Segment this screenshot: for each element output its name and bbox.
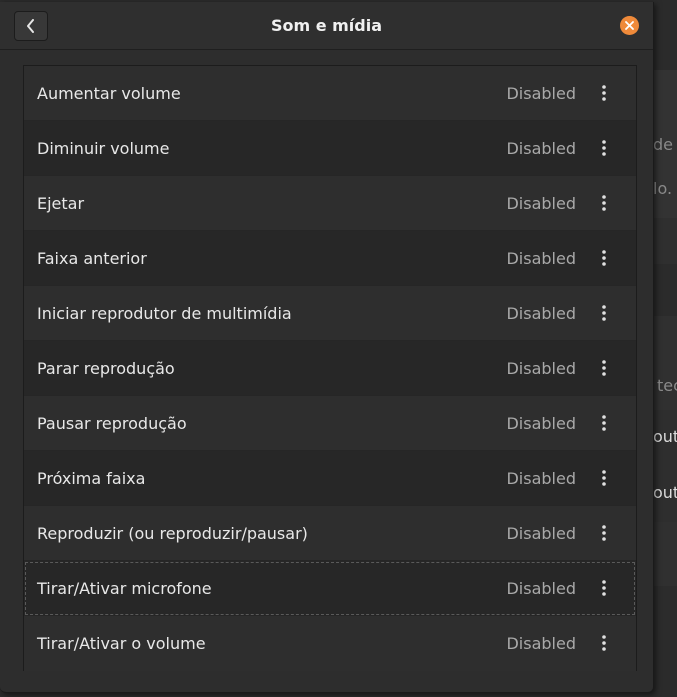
shortcut-status: Disabled <box>506 579 576 598</box>
background-panel <box>653 316 677 410</box>
vertical-dots-icon <box>602 525 606 541</box>
shortcut-label: Parar reprodução <box>37 359 175 378</box>
vertical-dots-icon <box>602 140 606 156</box>
close-icon <box>625 21 634 30</box>
shortcut-status: Disabled <box>506 469 576 488</box>
shortcut-status: Disabled <box>506 249 576 268</box>
shortcut-label: Iniciar reprodutor de multimídia <box>37 304 292 323</box>
more-options-button[interactable] <box>594 413 614 433</box>
shortcut-status: Disabled <box>506 84 576 103</box>
more-options-button[interactable] <box>594 468 614 488</box>
background-panel <box>653 586 677 640</box>
dialog-header: Som e mídia <box>0 2 653 50</box>
more-options-button[interactable] <box>594 523 614 543</box>
more-options-button[interactable] <box>594 248 614 268</box>
shortcut-status: Disabled <box>506 194 576 213</box>
shortcut-label: Reproduzir (ou reproduzir/pausar) <box>37 524 308 543</box>
vertical-dots-icon <box>602 250 606 266</box>
shortcut-row[interactable]: Aumentar volume Disabled <box>24 66 636 121</box>
vertical-dots-icon <box>602 305 606 321</box>
shortcut-label: Diminuir volume <box>37 139 170 158</box>
shortcut-status: Disabled <box>506 139 576 158</box>
shortcut-status: Disabled <box>506 414 576 433</box>
shortcut-label: Ejetar <box>37 194 85 213</box>
vertical-dots-icon <box>602 195 606 211</box>
vertical-dots-icon <box>602 415 606 431</box>
background-panel <box>653 218 677 264</box>
shortcut-status: Disabled <box>506 359 576 378</box>
background-text: tec <box>657 376 677 395</box>
shortcut-row[interactable]: Reproduzir (ou reproduzir/pausar) Disabl… <box>24 506 636 561</box>
vertical-dots-icon <box>602 85 606 101</box>
vertical-dots-icon <box>602 635 606 651</box>
shortcut-row[interactable]: Diminuir volume Disabled <box>24 121 636 176</box>
shortcut-row[interactable]: Faixa anterior Disabled <box>24 231 636 286</box>
back-button[interactable] <box>14 11 48 41</box>
background-panel <box>653 522 677 586</box>
vertical-dots-icon <box>602 360 606 376</box>
shortcut-label: Próxima faixa <box>37 469 146 488</box>
shortcut-status: Disabled <box>506 634 576 653</box>
more-options-button[interactable] <box>594 138 614 158</box>
shortcut-label: Faixa anterior <box>37 249 147 268</box>
background-text: out <box>653 427 677 446</box>
vertical-dots-icon <box>602 580 606 596</box>
shortcut-status: Disabled <box>506 304 576 323</box>
background-text: lo. <box>653 179 673 198</box>
shortcut-row[interactable]: Pausar reprodução Disabled <box>24 396 636 451</box>
vertical-dots-icon <box>602 470 606 486</box>
more-options-button[interactable] <box>594 633 614 653</box>
more-options-button[interactable] <box>594 578 614 598</box>
more-options-button[interactable] <box>594 358 614 378</box>
shortcut-label: Tirar/Ativar microfone <box>37 579 212 598</box>
shortcut-label: Tirar/Ativar o volume <box>37 634 206 653</box>
close-button[interactable] <box>620 16 639 35</box>
shortcut-row[interactable]: Parar reprodução Disabled <box>24 341 636 396</box>
shortcut-row[interactable]: Tirar/Ativar microfone Disabled <box>24 561 636 616</box>
shortcut-label: Pausar reprodução <box>37 414 187 433</box>
shortcut-row[interactable]: Próxima faixa Disabled <box>24 451 636 506</box>
shortcut-row[interactable]: Tirar/Ativar o volume Disabled <box>24 616 636 671</box>
shortcut-label: Aumentar volume <box>37 84 181 103</box>
more-options-button[interactable] <box>594 193 614 213</box>
shortcuts-dialog: Som e mídia Aumentar volume Disabled Dim… <box>0 2 654 693</box>
chevron-left-icon <box>27 19 34 33</box>
shortcut-row[interactable]: Iniciar reprodutor de multimídia Disable… <box>24 286 636 341</box>
shortcut-status: Disabled <box>506 524 576 543</box>
more-options-button[interactable] <box>594 303 614 323</box>
dialog-title: Som e mídia <box>270 16 383 35</box>
background-text: out <box>653 483 677 502</box>
shortcut-row[interactable]: Ejetar Disabled <box>24 176 636 231</box>
background-text: de t <box>653 135 677 154</box>
shortcut-list: Aumentar volume Disabled Diminuir volume… <box>23 65 637 671</box>
more-options-button[interactable] <box>594 83 614 103</box>
